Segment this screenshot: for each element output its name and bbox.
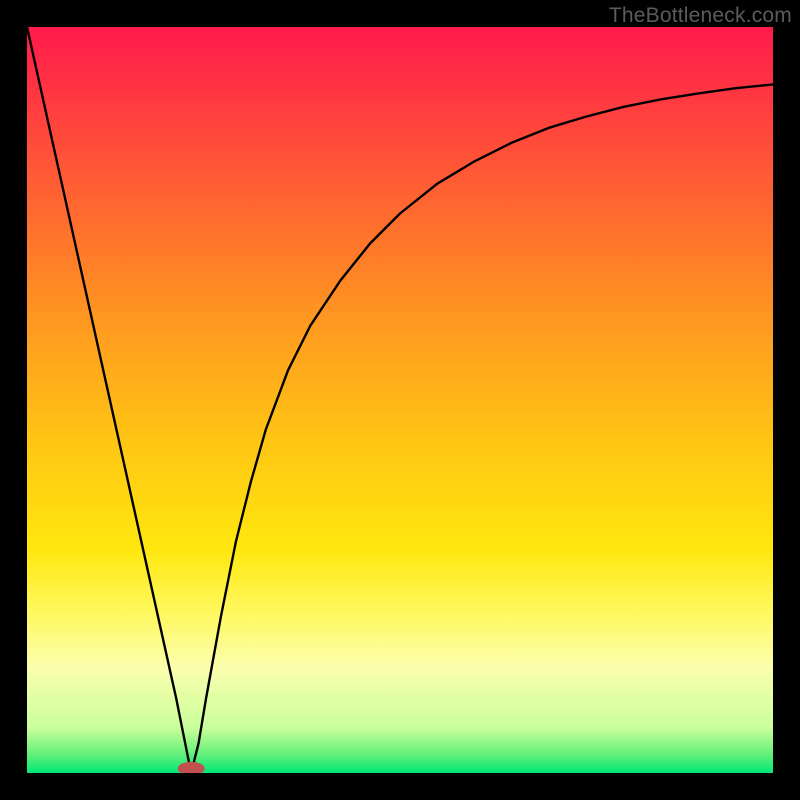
- chart-svg: [27, 27, 773, 773]
- plot-area: [27, 27, 773, 773]
- watermark-text: TheBottleneck.com: [609, 4, 792, 28]
- chart-frame: TheBottleneck.com: [0, 0, 800, 800]
- gradient-background: [27, 27, 773, 773]
